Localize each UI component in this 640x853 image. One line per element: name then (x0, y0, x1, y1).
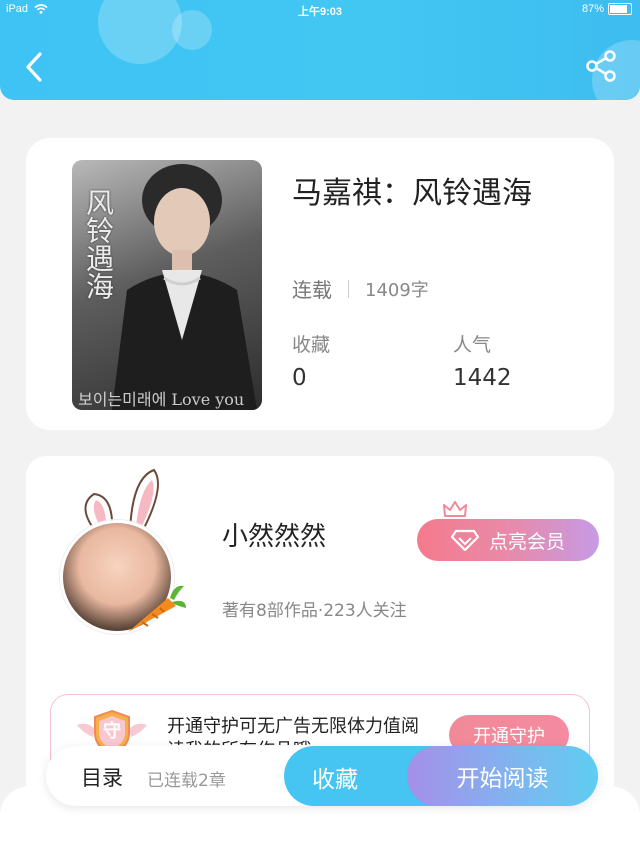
chapter-count: 已连载2章 (147, 771, 226, 791)
guard-badge-text: 守 (103, 721, 121, 742)
battery-icon (608, 3, 632, 15)
divider (348, 279, 349, 298)
carrot-icon (128, 585, 186, 632)
diamond-icon (450, 529, 479, 551)
book-cover[interactable]: 风铃遇海 보이는미래에 Love you (72, 160, 262, 410)
crown-icon (443, 501, 467, 517)
popularity-label: 人气 (453, 334, 492, 356)
favorite-button-label: 收藏 (312, 767, 358, 793)
favorites-label: 收藏 (292, 334, 331, 356)
start-reading-button[interactable]: 开始阅读 (407, 746, 598, 806)
author-stats: 著有8部作品·223人关注 (222, 601, 407, 621)
book-info-card: 风铃遇海 보이는미래에 Love you 马嘉祺：风铃遇海 连载 1409字 收… (26, 138, 614, 430)
guard-text: 开通守护可无广告无限体力值阅读我的所有作品哦 (167, 716, 419, 745)
cover-title: 风铃遇海 (82, 188, 115, 300)
status-bar: iPad 上午9:03 87% (0, 0, 640, 20)
author-avatar-wrap[interactable] (56, 466, 196, 636)
favorites-value: 0 (292, 365, 307, 391)
cover-subtitle: 보이는미래에 Love you (78, 390, 245, 409)
chevron-left-icon (26, 52, 42, 82)
share-icon (586, 50, 616, 82)
book-title: 马嘉祺：风铃遇海 (292, 176, 532, 211)
book-status-row: 连载 1409字 (292, 274, 429, 303)
share-button[interactable] (584, 48, 620, 84)
header: iPad 上午9:03 87% (0, 0, 640, 100)
serial-status: 连载 (292, 278, 332, 302)
author-name[interactable]: 小然然然 (222, 516, 326, 553)
battery-percent: 87% (581, 3, 604, 15)
popularity-value: 1442 (453, 365, 512, 391)
vip-button-label: 点亮会员 (488, 530, 565, 553)
popularity-stat: 人气 1442 (453, 330, 512, 391)
favorites-stat: 收藏 0 (292, 330, 330, 391)
word-count: 1409字 (365, 279, 429, 301)
vip-button[interactable]: 点亮会员 (417, 519, 599, 561)
status-time: 上午9:03 (297, 6, 343, 18)
toc-button[interactable]: 目录 (81, 762, 123, 792)
back-button[interactable] (20, 50, 50, 84)
bottom-action-bar: 目录 已连载2章 收藏 开始阅读 (46, 746, 598, 806)
